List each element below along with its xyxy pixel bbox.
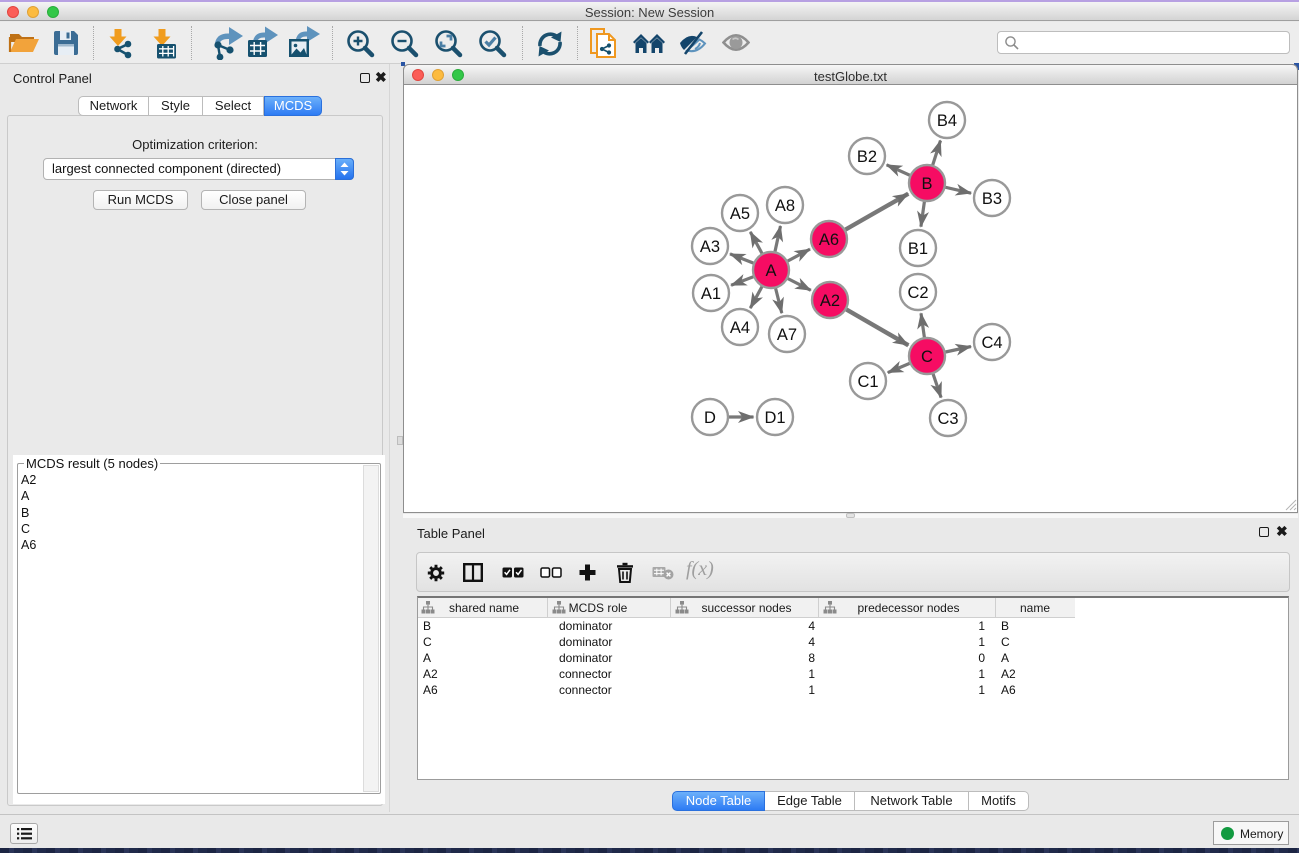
svg-text:A8: A8 [775,197,795,215]
svg-text:C1: C1 [857,373,878,391]
svg-text:C: C [921,348,933,366]
svg-text:B1: B1 [908,240,928,258]
svg-text:A3: A3 [700,238,720,256]
svg-text:A4: A4 [730,319,750,337]
svg-text:B: B [921,175,932,193]
svg-text:C2: C2 [907,284,928,302]
svg-text:B2: B2 [857,148,877,166]
svg-text:A5: A5 [730,205,750,223]
svg-text:A7: A7 [777,326,797,344]
svg-text:C4: C4 [981,334,1002,352]
svg-text:A1: A1 [701,285,721,303]
svg-text:A2: A2 [820,292,840,310]
svg-text:B3: B3 [982,190,1002,208]
svg-text:A6: A6 [819,231,839,249]
svg-text:B4: B4 [937,112,957,130]
svg-text:C3: C3 [937,410,958,428]
svg-text:D1: D1 [764,409,785,427]
svg-text:A: A [765,262,776,280]
svg-text:D: D [704,409,716,427]
